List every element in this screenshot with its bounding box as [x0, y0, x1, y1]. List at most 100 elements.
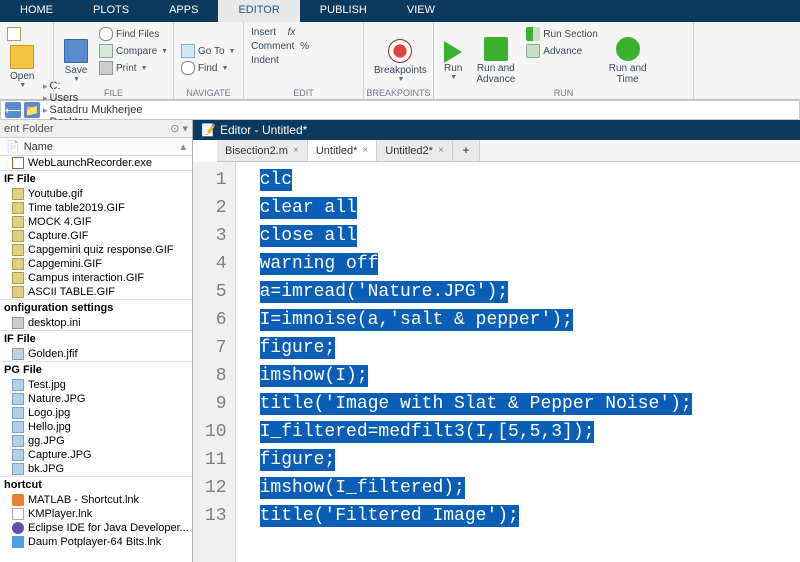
find-files-button[interactable]: Find Files: [96, 26, 171, 42]
close-icon[interactable]: ×: [438, 145, 444, 156]
advance-button[interactable]: Advance: [523, 43, 600, 59]
code-line[interactable]: title('Image with Slat & Pepper Noise');: [260, 390, 800, 418]
code-area[interactable]: 12345678910111213 clcclear allclose allw…: [193, 162, 800, 562]
file-item[interactable]: Nature.JPG: [0, 392, 192, 406]
file-item[interactable]: Daum Potplayer-64 Bits.lnk: [0, 535, 192, 549]
file-group-header: IF File: [0, 170, 192, 187]
code-line[interactable]: clc: [260, 166, 800, 194]
file-icon: [12, 244, 24, 256]
code-line[interactable]: I_filtered=medfilt3(I,[5,5,3]);: [260, 418, 800, 446]
code-line[interactable]: a=imread('Nature.JPG');: [260, 278, 800, 306]
file-item[interactable]: gg.JPG: [0, 434, 192, 448]
code-line[interactable]: clear all: [260, 194, 800, 222]
editor-tab[interactable]: Bisection2.m×: [217, 140, 308, 161]
file-icon: [12, 536, 24, 548]
run-section-button[interactable]: Run Section: [523, 26, 600, 42]
save-button[interactable]: Save▼: [58, 24, 94, 97]
file-item[interactable]: Test.jpg: [0, 378, 192, 392]
file-icon: [12, 407, 24, 419]
file-item[interactable]: WebLaunchRecorder.exe: [0, 156, 192, 170]
tab-plots[interactable]: PLOTS: [73, 0, 149, 22]
new-tab-button[interactable]: +: [453, 140, 480, 161]
tab-home[interactable]: HOME: [0, 0, 73, 22]
file-name: MATLAB - Shortcut.lnk: [28, 494, 139, 506]
code-line[interactable]: warning off: [260, 250, 800, 278]
file-name: Capture.GIF: [28, 230, 89, 242]
editor-tab[interactable]: Untitled*×: [308, 140, 377, 161]
code-line[interactable]: figure;: [260, 446, 800, 474]
file-item[interactable]: KMPlayer.lnk: [0, 507, 192, 521]
find-button[interactable]: Find▼: [178, 60, 238, 76]
editor-tab[interactable]: Untitled2*×: [377, 140, 453, 161]
code-line[interactable]: imshow(I_filtered);: [260, 474, 800, 502]
file-name: Nature.JPG: [28, 393, 85, 405]
file-icon: [12, 286, 24, 298]
path-up-icon[interactable]: 📁: [24, 102, 40, 118]
file-item[interactable]: Capture.JPG: [0, 448, 192, 462]
path-back-icon[interactable]: ⟵: [5, 102, 21, 118]
file-icon: [12, 216, 24, 228]
tab-publish[interactable]: PUBLISH: [300, 0, 387, 22]
file-item[interactable]: Hello.jpg: [0, 420, 192, 434]
file-item[interactable]: Eclipse IDE for Java Developer...: [0, 521, 192, 535]
file-name: Campus interaction.GIF: [28, 272, 144, 284]
file-item[interactable]: bk.JPG: [0, 462, 192, 476]
run-and-advance-button[interactable]: Run and Advance: [470, 24, 521, 97]
name-column-header[interactable]: 📄 Name ▴: [0, 138, 192, 156]
tab-editor[interactable]: EDITOR: [218, 0, 299, 22]
file-icon: [12, 393, 24, 405]
run-button[interactable]: Run▼: [438, 24, 468, 97]
code-line[interactable]: title('Filtered Image');: [260, 502, 800, 530]
comment-button[interactable]: Comment %: [248, 40, 312, 53]
file-name: Eclipse IDE for Java Developer...: [28, 522, 189, 534]
edit-group-label: EDIT: [244, 88, 363, 98]
file-name: Daum Potplayer-64 Bits.lnk: [28, 536, 161, 548]
code-line[interactable]: close all: [260, 222, 800, 250]
run-and-time-button[interactable]: Run and Time: [603, 24, 653, 97]
code-line[interactable]: imshow(I);: [260, 362, 800, 390]
file-name: Logo.jpg: [28, 407, 70, 419]
file-name: gg.JPG: [28, 435, 65, 447]
file-item[interactable]: Time table2019.GIF: [0, 201, 192, 215]
file-item[interactable]: desktop.ini: [0, 316, 192, 330]
insert-button[interactable]: Insert fx: [248, 26, 312, 39]
breakpoints-button[interactable]: Breakpoints▼: [368, 24, 433, 97]
file-name: Test.jpg: [28, 379, 66, 391]
file-item[interactable]: Campus interaction.GIF: [0, 271, 192, 285]
new-button[interactable]: [4, 26, 40, 42]
file-group-label: FILE: [54, 88, 173, 98]
file-name: desktop.ini: [28, 317, 81, 329]
file-item[interactable]: Capture.GIF: [0, 229, 192, 243]
code-line[interactable]: figure;: [260, 334, 800, 362]
tab-apps[interactable]: APPS: [149, 0, 218, 22]
goto-button[interactable]: Go To▼: [178, 43, 238, 59]
code-line[interactable]: I=imnoise(a,'salt & pepper');: [260, 306, 800, 334]
file-icon: [12, 435, 24, 447]
file-icon: [12, 379, 24, 391]
file-item[interactable]: MATLAB - Shortcut.lnk: [0, 493, 192, 507]
navigate-group-label: NAVIGATE: [174, 88, 243, 98]
panel-dropdown-icon[interactable]: ⊙ ▾: [170, 122, 188, 135]
file-item[interactable]: Capgemini quiz response.GIF: [0, 243, 192, 257]
print-button[interactable]: Print▼: [96, 60, 171, 76]
file-item[interactable]: ASCII TABLE.GIF: [0, 285, 192, 299]
indent-button[interactable]: Indent: [248, 54, 312, 67]
file-item[interactable]: Logo.jpg: [0, 406, 192, 420]
file-item[interactable]: MOCK 4.GIF: [0, 215, 192, 229]
path-segment[interactable]: ▸ Satadru Mukherjee: [43, 104, 142, 116]
file-group-header: hortcut: [0, 476, 192, 493]
file-group-header: PG File: [0, 361, 192, 378]
path-bar[interactable]: ⟵ 📁 ▸ C: ▸ Users ▸ Satadru Mukherjee ▸ D…: [0, 100, 800, 120]
close-icon[interactable]: ×: [293, 145, 299, 156]
file-icon: [12, 258, 24, 270]
file-icon: [12, 188, 24, 200]
file-icon: [12, 463, 24, 475]
open-button[interactable]: Open▼: [4, 43, 40, 91]
compare-button[interactable]: Compare▼: [96, 43, 171, 59]
file-item[interactable]: Youtube.gif: [0, 187, 192, 201]
file-item[interactable]: Golden.jfif: [0, 347, 192, 361]
code-lines[interactable]: clcclear allclose allwarning offa=imread…: [236, 162, 800, 562]
file-item[interactable]: Capgemini.GIF: [0, 257, 192, 271]
tab-view[interactable]: VIEW: [387, 0, 455, 22]
close-icon[interactable]: ×: [362, 145, 368, 156]
